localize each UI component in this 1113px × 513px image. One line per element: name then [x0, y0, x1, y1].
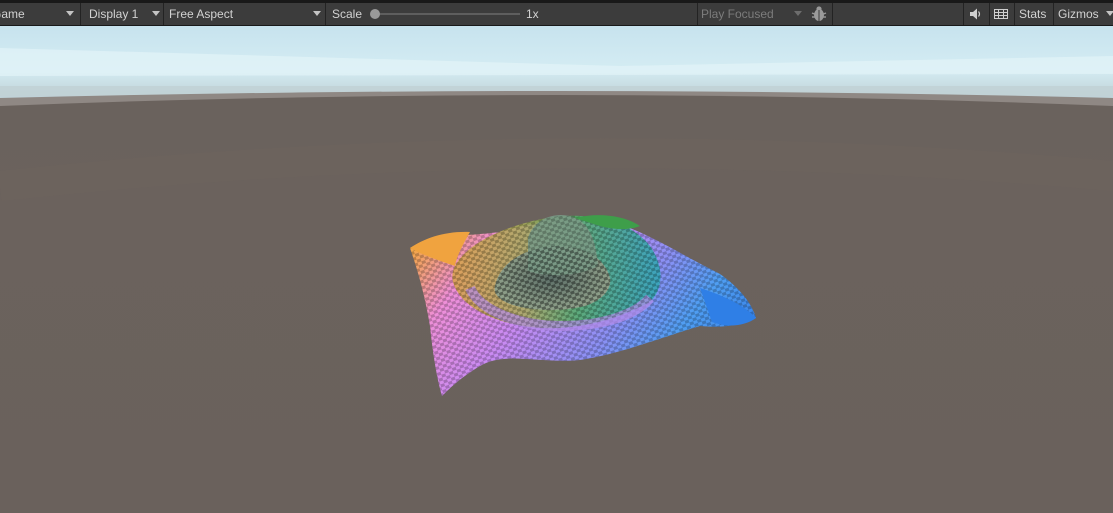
mute-audio-button[interactable] [967, 3, 989, 25]
speaker-icon [970, 8, 981, 20]
keyboard-grid-icon [994, 9, 1008, 19]
divider [832, 3, 833, 25]
play-mode-label: Play Focused [701, 7, 774, 21]
scale-slider-track[interactable] [376, 13, 520, 15]
bug-button[interactable] [810, 3, 832, 25]
view-mode-label: Game [0, 7, 25, 21]
aspect-chevron-down-icon [313, 11, 321, 16]
tab-strip [0, 0, 1113, 3]
divider [1014, 3, 1015, 25]
view-mode-dropdown[interactable]: Game [0, 3, 72, 25]
divider [80, 3, 81, 25]
display-chevron-down-icon [152, 11, 160, 16]
shortcuts-button[interactable] [993, 3, 1013, 25]
divider [697, 3, 698, 25]
aspect-dropdown[interactable]: Free Aspect [169, 3, 324, 25]
gizmos-dropdown[interactable]: Gizmos [1058, 3, 1113, 25]
divider [1053, 3, 1054, 25]
play-mode-chevron-down-icon [794, 11, 802, 16]
stats-button[interactable]: Stats [1019, 3, 1046, 25]
divider [989, 3, 990, 25]
game-view-toolbar: Game Display 1 Free Aspect Scale 1x Play… [0, 0, 1113, 26]
scale-label: Scale [332, 7, 363, 21]
display-label: Display 1 [89, 7, 139, 21]
view-mode-chevron-down-icon [66, 11, 74, 16]
scale-value: 1x [526, 7, 539, 21]
aspect-label: Free Aspect [169, 7, 234, 21]
game-viewport[interactable] [0, 26, 1113, 513]
play-mode-dropdown[interactable]: Play Focused [701, 3, 806, 25]
bug-icon [811, 6, 827, 21]
divider [163, 3, 164, 25]
divider [963, 3, 964, 25]
scene-render [0, 26, 1113, 513]
display-dropdown[interactable]: Display 1 [89, 3, 161, 25]
gizmos-label: Gizmos [1058, 7, 1099, 21]
scale-slider-thumb[interactable] [370, 9, 380, 19]
gizmos-chevron-down-icon [1106, 11, 1113, 16]
divider [325, 3, 326, 25]
